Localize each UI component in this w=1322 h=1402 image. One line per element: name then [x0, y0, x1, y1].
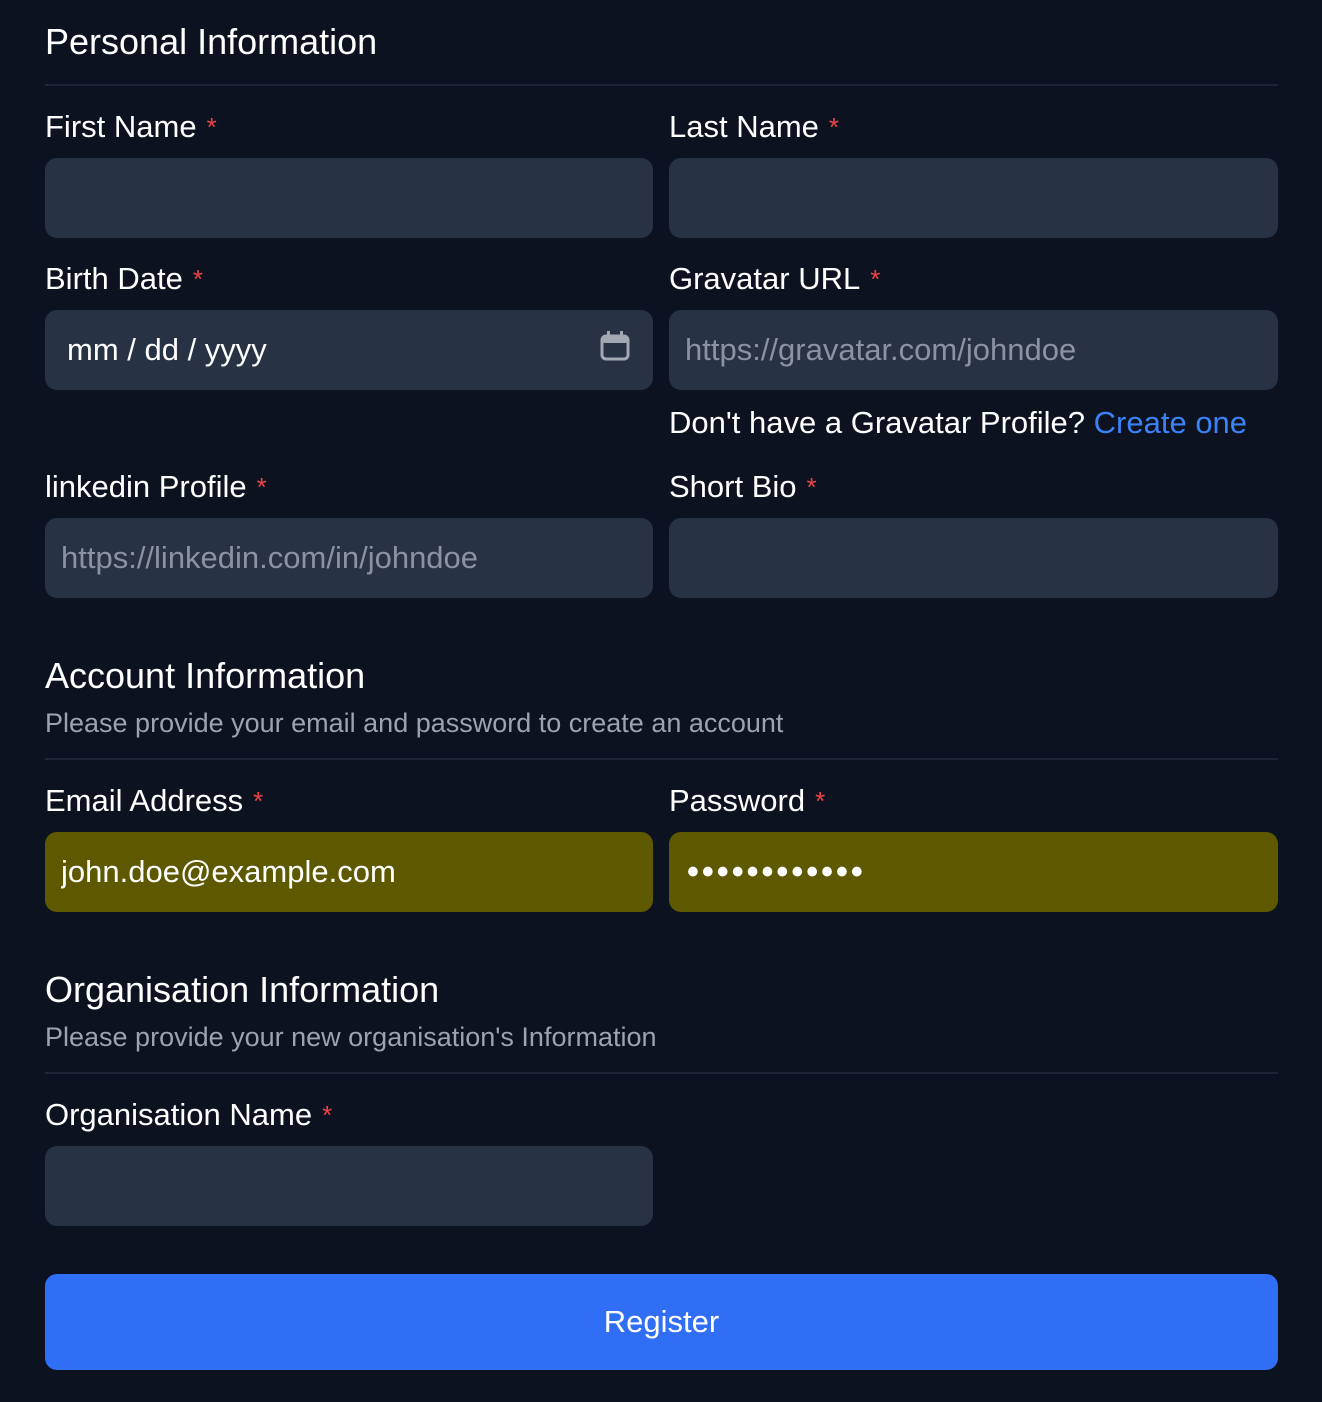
label-text: Gravatar URL	[669, 261, 861, 296]
email-input[interactable]	[45, 832, 653, 912]
calendar-icon[interactable]	[599, 330, 631, 370]
required-mark: *	[206, 112, 217, 142]
required-mark: *	[192, 264, 203, 294]
bio-label: Short Bio *	[669, 469, 817, 505]
section-subtitle-account: Please provide your email and password t…	[45, 708, 784, 738]
password-input[interactable]: ••••••••••••	[669, 832, 1278, 912]
label-text: Birth Date	[45, 261, 183, 296]
birth-date-label: Birth Date *	[45, 261, 203, 297]
divider	[45, 1072, 1278, 1074]
required-mark: *	[253, 786, 264, 816]
date-placeholder: mm / dd / yyyy	[67, 332, 267, 367]
create-gravatar-link[interactable]: Create one	[1094, 405, 1247, 440]
linkedin-label: linkedin Profile *	[45, 469, 267, 505]
bio-input[interactable]	[669, 518, 1278, 598]
section-subtitle-organisation: Please provide your new organisation's I…	[45, 1022, 657, 1052]
label-text: Short Bio	[669, 469, 797, 504]
divider	[45, 84, 1278, 86]
register-button[interactable]: Register	[45, 1274, 1278, 1370]
required-mark: *	[828, 112, 840, 142]
section-title-account: Account Information	[45, 655, 366, 696]
gravatar-input[interactable]	[669, 310, 1278, 390]
organisation-name-label: Organisation Name *	[45, 1097, 332, 1133]
divider	[45, 758, 1278, 760]
label-text: linkedin Profile	[45, 469, 247, 504]
section-title-organisation: Organisation Information	[45, 969, 440, 1010]
label-text: Last Name	[669, 109, 819, 144]
gravatar-helper: Don't have a Gravatar Profile? Create on…	[669, 405, 1247, 441]
required-mark: *	[815, 786, 826, 816]
label-text: Password	[669, 783, 806, 818]
required-mark: *	[256, 472, 267, 502]
label-text: First Name	[45, 109, 197, 144]
birth-date-input[interactable]: mm / dd / yyyy	[45, 310, 653, 390]
first-name-label: First Name *	[45, 109, 217, 145]
label-text: Organisation Name	[45, 1097, 313, 1132]
linkedin-input[interactable]	[45, 518, 653, 598]
required-mark: *	[870, 264, 881, 294]
section-title-personal: Personal Information	[45, 21, 378, 62]
last-name-label: Last Name *	[669, 109, 839, 145]
password-mask: ••••••••••••	[687, 852, 866, 891]
last-name-input[interactable]	[669, 158, 1278, 238]
organisation-name-input[interactable]	[45, 1146, 653, 1226]
helper-text: Don't have a Gravatar Profile?	[669, 405, 1086, 440]
required-mark: *	[806, 472, 817, 502]
email-label: Email Address *	[45, 783, 263, 819]
first-name-input[interactable]	[45, 158, 653, 238]
password-label: Password *	[669, 783, 825, 819]
required-mark: *	[322, 1100, 333, 1130]
gravatar-label: Gravatar URL *	[669, 261, 880, 297]
label-text: Email Address	[45, 783, 244, 818]
